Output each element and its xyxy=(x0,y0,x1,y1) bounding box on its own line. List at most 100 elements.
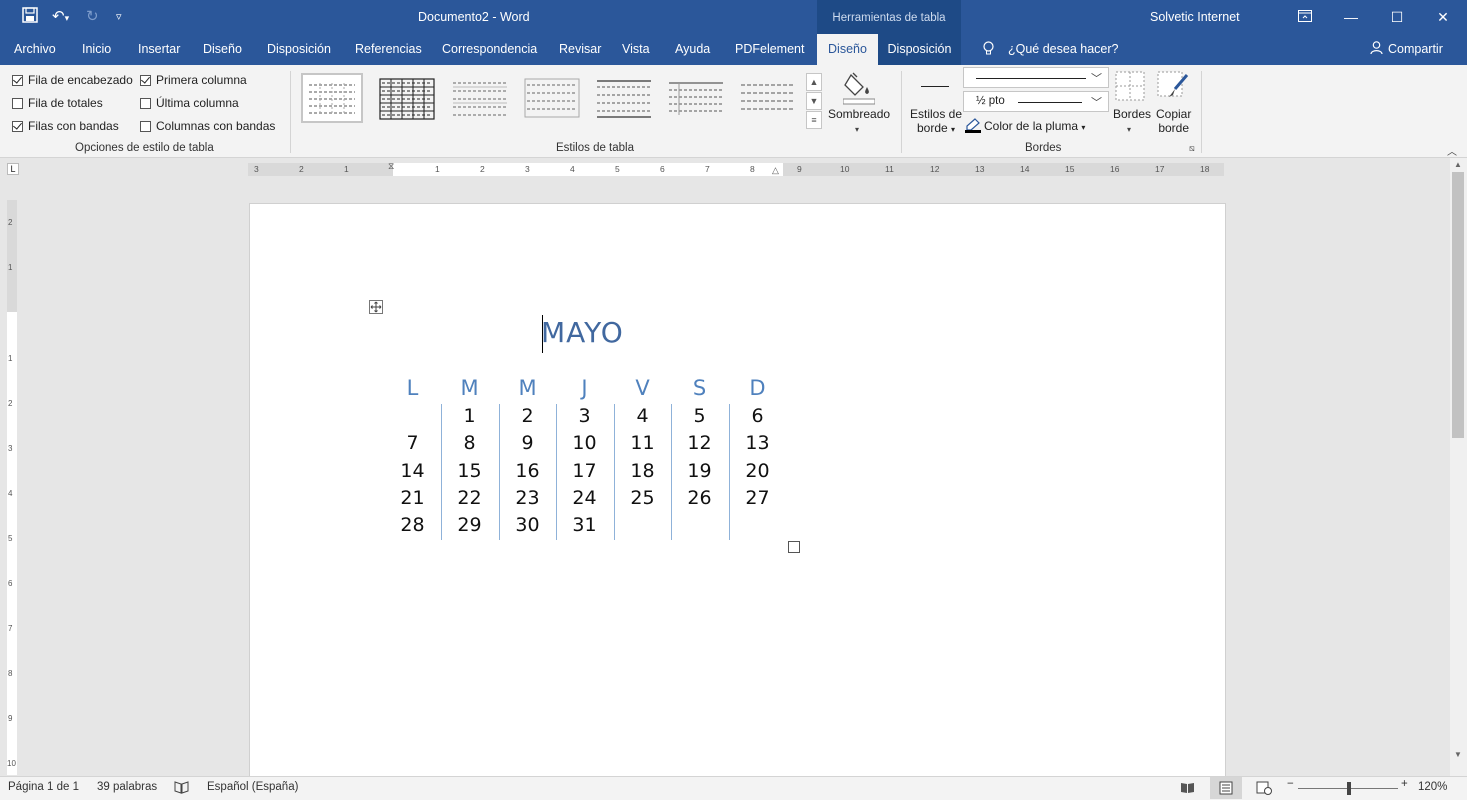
total-row-checkbox[interactable]: Fila de totales xyxy=(12,96,103,110)
line-weight-dropdown[interactable]: ½ pto ﹀ xyxy=(963,91,1109,112)
zoom-level[interactable]: 120% xyxy=(1418,781,1447,793)
zoom-slider-handle[interactable] xyxy=(1347,782,1351,795)
last-column-checkbox[interactable]: Última columna xyxy=(140,96,239,110)
calendar-date-cell[interactable]: 25 xyxy=(614,487,671,509)
language-indicator[interactable]: Español (España) xyxy=(207,781,298,793)
calendar-date-cell[interactable]: 31 xyxy=(556,514,613,536)
table-resize-handle[interactable] xyxy=(788,541,800,553)
user-name[interactable]: Solvetic Internet xyxy=(1150,10,1240,24)
borders-button[interactable]: Bordes xyxy=(1113,107,1151,121)
first-column-checkbox[interactable]: Primera columna xyxy=(140,73,247,87)
calendar-day-header[interactable]: V xyxy=(614,376,671,400)
tab-inicio[interactable]: Inicio xyxy=(82,34,111,65)
dropdown-arrow-icon[interactable]: ▾ xyxy=(1127,125,1131,134)
calendar-date-cell[interactable]: 28 xyxy=(384,514,441,536)
calendar-date-cell[interactable]: 17 xyxy=(556,460,613,482)
calendar-date-cell[interactable]: 23 xyxy=(499,487,556,509)
calendar-date-cell[interactable]: 29 xyxy=(441,514,498,536)
shading-button[interactable]: Sombreado xyxy=(828,107,890,121)
read-mode-icon[interactable] xyxy=(1180,781,1195,797)
redo-icon[interactable]: ↻ xyxy=(86,7,99,25)
indent-marker-icon[interactable]: ⧖ xyxy=(388,161,394,172)
calendar-date-cell[interactable]: 22 xyxy=(441,487,498,509)
calendar-day-header[interactable]: L xyxy=(384,376,441,400)
vertical-scrollbar[interactable]: ▲ ▼ xyxy=(1450,158,1467,776)
calendar-date-cell[interactable]: 20 xyxy=(729,460,786,482)
dropdown-arrow-icon[interactable]: ▾ xyxy=(855,125,859,134)
tab-archivo[interactable]: Archivo xyxy=(14,34,56,65)
close-button[interactable]: ✕ xyxy=(1420,6,1466,28)
calendar-day-header[interactable]: M xyxy=(441,376,498,400)
calendar-date-cell[interactable]: 10 xyxy=(556,432,613,454)
person-icon[interactable] xyxy=(1370,34,1383,65)
table-style-6[interactable] xyxy=(667,75,725,121)
header-row-checkbox[interactable]: Fila de encabezado xyxy=(12,73,133,87)
tab-disposicion[interactable]: Disposición xyxy=(267,34,331,65)
calendar-date-cell[interactable]: 16 xyxy=(499,460,556,482)
calendar-date-cell[interactable]: 30 xyxy=(499,514,556,536)
banded-rows-checkbox[interactable]: Filas con bandas xyxy=(12,119,119,133)
calendar-day-header[interactable]: M xyxy=(499,376,556,400)
tab-revisar[interactable]: Revisar xyxy=(559,34,601,65)
right-indent-icon[interactable]: △ xyxy=(772,165,779,176)
gallery-scroll-down-button[interactable]: ▼ xyxy=(806,92,822,110)
calendar-date-cell[interactable]: 5 xyxy=(671,405,728,427)
copy-border-button[interactable]: Copiar borde xyxy=(1156,107,1191,135)
pen-color-button[interactable]: Color de la pluma ▾ xyxy=(984,119,1085,133)
calendar-day-header[interactable]: D xyxy=(729,376,786,400)
calendar-date-cell[interactable]: 4 xyxy=(614,405,671,427)
tab-referencias[interactable]: Referencias xyxy=(355,34,422,65)
ribbon-display-icon[interactable] xyxy=(1282,6,1328,28)
calendar-date-cell[interactable]: 21 xyxy=(384,487,441,509)
calendar-date-cell[interactable]: 24 xyxy=(556,487,613,509)
customize-qat-icon[interactable]: ▿ xyxy=(116,10,122,23)
share-button[interactable]: Compartir xyxy=(1388,34,1443,65)
calendar-day-header[interactable]: J xyxy=(556,376,613,400)
table-style-2[interactable] xyxy=(378,75,436,121)
calendar-date-cell[interactable]: 15 xyxy=(441,460,498,482)
scrollbar-thumb[interactable] xyxy=(1452,172,1464,438)
tab-insertar[interactable]: Insertar xyxy=(138,34,180,65)
calendar-date-cell[interactable]: 9 xyxy=(499,432,556,454)
table-style-7[interactable] xyxy=(739,75,797,121)
lightbulb-icon[interactable] xyxy=(983,34,994,65)
table-style-4[interactable] xyxy=(523,75,581,121)
border-styles-button[interactable]: Estilos de borde ▾ xyxy=(910,107,962,135)
calendar-date-cell[interactable]: 8 xyxy=(441,432,498,454)
tab-pdfelement[interactable]: PDFelement xyxy=(735,34,804,65)
calendar-date-cell[interactable]: 1 xyxy=(441,405,498,427)
table-style-3[interactable] xyxy=(451,75,509,121)
line-style-dropdown[interactable]: ﹀ xyxy=(963,67,1109,88)
calendar-title[interactable]: MAYO xyxy=(541,316,624,349)
tab-table-layout[interactable]: Disposición xyxy=(878,34,961,65)
vertical-ruler[interactable]: 2 1 1 2 3 4 5 6 7 8 9 10 xyxy=(7,200,17,775)
table-style-1[interactable] xyxy=(301,73,363,123)
proofing-icon[interactable] xyxy=(174,781,189,797)
zoom-out-button[interactable]: − xyxy=(1287,778,1294,790)
calendar-date-cell[interactable]: 6 xyxy=(729,405,786,427)
tab-selector-icon[interactable]: L xyxy=(7,163,19,175)
collapse-ribbon-icon[interactable]: ︿ xyxy=(1447,143,1457,158)
table-style-5[interactable] xyxy=(595,75,653,121)
web-layout-icon[interactable] xyxy=(1256,781,1272,798)
calendar-date-cell[interactable]: 19 xyxy=(671,460,728,482)
tab-table-design[interactable]: Diseño xyxy=(817,34,878,65)
minimize-button[interactable]: — xyxy=(1328,6,1374,28)
dialog-launcher-icon[interactable]: ⧅ xyxy=(1189,143,1195,154)
zoom-in-button[interactable]: + xyxy=(1401,778,1408,790)
print-layout-icon[interactable] xyxy=(1210,777,1242,799)
calendar-date-cell[interactable]: 13 xyxy=(729,432,786,454)
scroll-down-icon[interactable]: ▼ xyxy=(1454,750,1462,759)
calendar-date-cell[interactable]: 2 xyxy=(499,405,556,427)
gallery-scroll-up-button[interactable]: ▲ xyxy=(806,73,822,91)
calendar-date-cell[interactable]: 26 xyxy=(671,487,728,509)
save-icon[interactable] xyxy=(22,7,38,27)
calendar-date-cell[interactable]: 12 xyxy=(671,432,728,454)
tab-correspondencia[interactable]: Correspondencia xyxy=(442,34,537,65)
border-painter-icon[interactable] xyxy=(1157,71,1189,106)
table-move-handle-icon[interactable] xyxy=(369,300,383,317)
calendar-date-cell[interactable]: 7 xyxy=(384,432,441,454)
tab-diseno[interactable]: Diseño xyxy=(203,34,242,65)
gallery-more-button[interactable]: ≡ xyxy=(806,111,822,129)
borders-grid-icon[interactable] xyxy=(1115,71,1145,104)
